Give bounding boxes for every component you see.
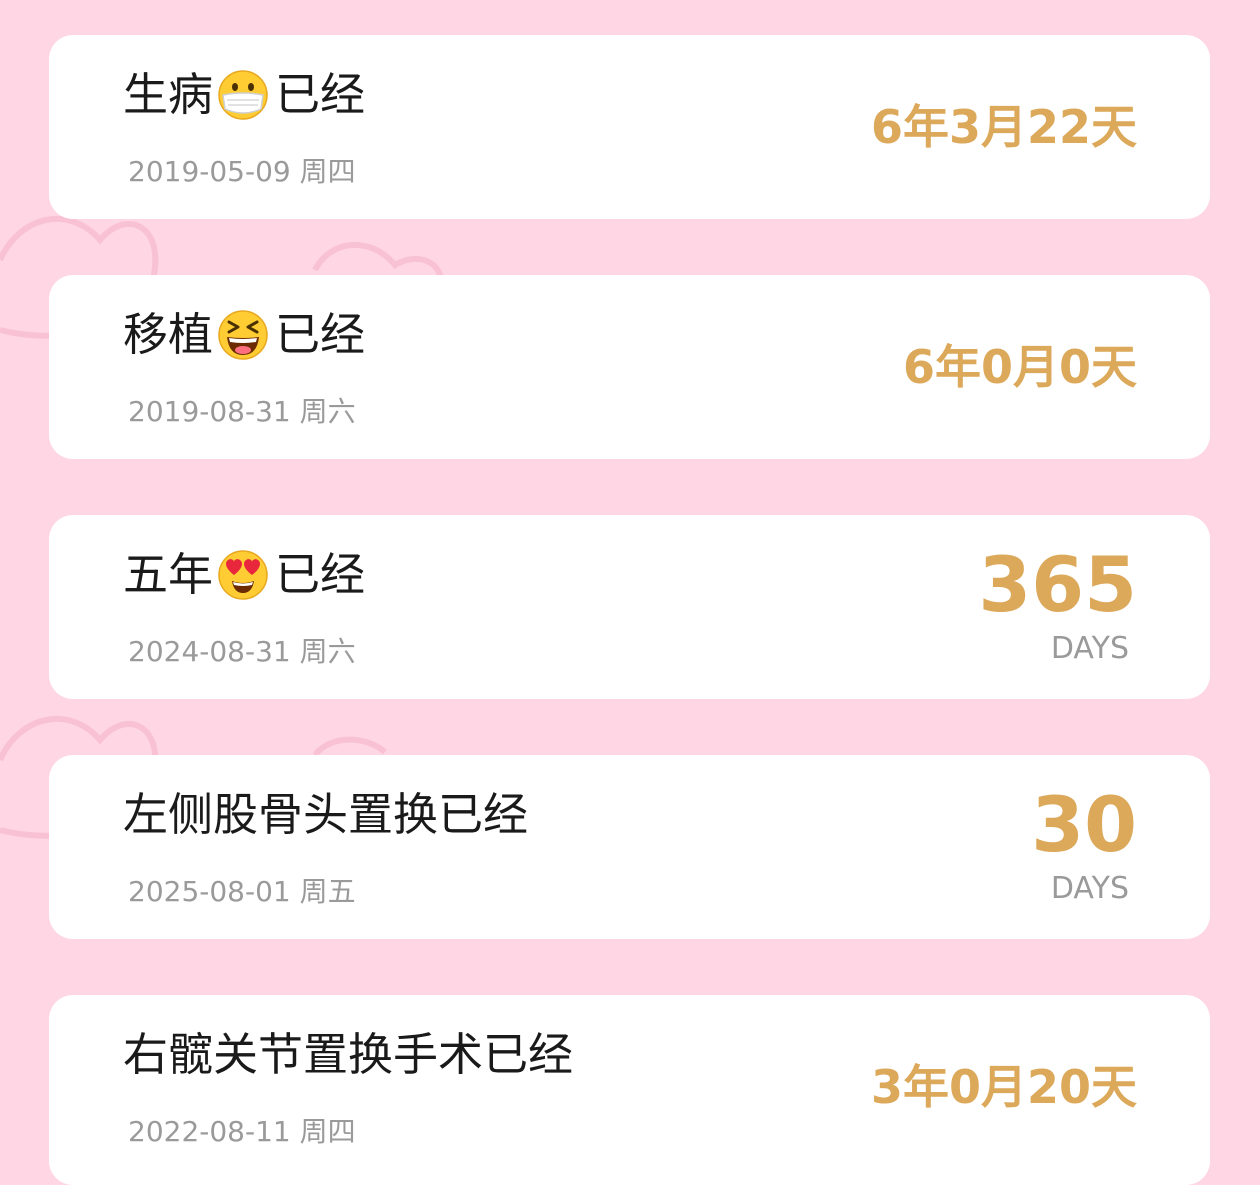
days-unit-label: DAYS [1050, 871, 1129, 906]
event-title-prefix: 移植 [123, 308, 214, 361]
face-with-medical-mask-icon [217, 69, 269, 121]
days-count: 365 [978, 540, 1137, 629]
event-card-transplant[interactable]: 移植 已经 2019-08-31 周六 6年0月0天 [49, 275, 1210, 459]
event-date: 2019-08-31 周六 [128, 395, 356, 428]
event-date: 2022-08-11 周四 [128, 1115, 356, 1148]
event-card-left-femoral-head-replacement[interactable]: 左侧股骨头置换已经 2025-08-01 周五 30 DAYS [49, 755, 1210, 939]
event-title-text: 右髋关节置换手术已经 [123, 1028, 574, 1081]
heart-eyes-face-icon [217, 549, 269, 601]
event-title-suffix: 已经 [275, 68, 366, 121]
event-title-text: 左侧股骨头置换已经 [123, 788, 529, 841]
days-count: 30 [1031, 780, 1137, 869]
event-title: 生病 已经 [123, 67, 365, 123]
heart-outline-icon [312, 736, 387, 757]
event-title-prefix: 生病 [123, 68, 214, 121]
days-unit-label: DAYS [1050, 631, 1129, 666]
elapsed-duration: 6年0月0天 [902, 340, 1137, 394]
event-card-five-years[interactable]: 五年 已经 2024-08-31 周六 365 DAYS [49, 515, 1210, 699]
event-date: 2024-08-31 周六 [128, 635, 356, 668]
event-title: 左侧股骨头置换已经 [123, 787, 528, 843]
event-date: 2019-05-09 周四 [128, 155, 356, 188]
event-title: 移植 已经 [123, 307, 365, 363]
elapsed-duration: 6年3月22天 [870, 100, 1137, 154]
event-date: 2025-08-01 周五 [128, 875, 356, 908]
event-title-suffix: 已经 [275, 548, 366, 601]
event-title: 五年 已经 [123, 547, 365, 603]
elapsed-duration: 3年0月20天 [870, 1060, 1137, 1114]
event-title: 右髋关节置换手术已经 [123, 1027, 573, 1083]
event-title-prefix: 五年 [123, 548, 214, 601]
grinning-squinting-face-icon [217, 309, 269, 361]
event-card-right-hip-replacement[interactable]: 右髋关节置换手术已经 2022-08-11 周四 3年0月20天 [49, 995, 1210, 1185]
event-title-suffix: 已经 [275, 308, 366, 361]
event-card-illness[interactable]: 生病 已经 2019-05-09 周四 6年3月22天 [49, 35, 1210, 219]
